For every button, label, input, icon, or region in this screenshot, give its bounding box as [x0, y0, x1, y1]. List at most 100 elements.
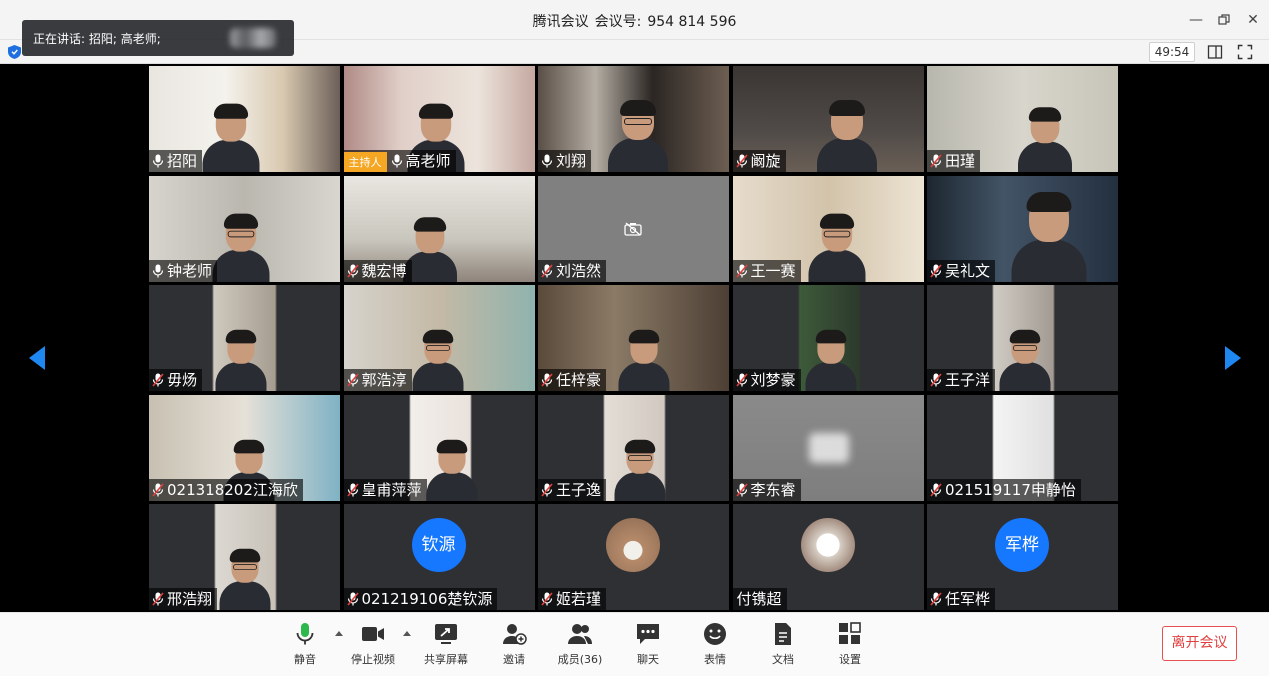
- participant-tile[interactable]: 刘梦豪: [732, 285, 924, 391]
- muted-mic-icon: [930, 154, 942, 168]
- participant-tile[interactable]: 阚旋: [732, 66, 924, 172]
- participant-figure: [215, 329, 267, 391]
- participant-tile[interactable]: 军桦 任军桦: [927, 504, 1118, 610]
- avatar: 军桦: [995, 518, 1049, 572]
- members-button[interactable]: 成员(36): [547, 621, 613, 673]
- participant-name: 021519117申静怡: [945, 480, 1076, 499]
- participant-tile[interactable]: 魏宏博: [343, 175, 535, 282]
- muted-mic-icon: [735, 263, 748, 278]
- restore-icon[interactable]: [1214, 10, 1234, 30]
- participant-name: 邢浩翔: [167, 590, 213, 608]
- share-screen-button[interactable]: 共享屏幕: [413, 621, 479, 673]
- mute-button[interactable]: 静音: [272, 621, 338, 673]
- participant-name: 王子逸: [556, 480, 602, 499]
- video-grid: 招阳 主持人 高老师 刘翔 阚旋 田瑾钟老师 魏宏博 刘浩然 王一赛 吴礼文毋炀 郭浩淳 任梓豪 刘梦豪…: [149, 66, 1119, 611]
- participant-figure: [999, 329, 1051, 391]
- cartoon-avatar: [800, 518, 855, 572]
- fullscreen-icon[interactable]: [1237, 44, 1253, 60]
- shield-icon[interactable]: [8, 45, 21, 59]
- participant-tile[interactable]: 招阳: [149, 66, 340, 172]
- participant-tile[interactable]: 郭浩淳: [343, 285, 535, 391]
- settings-button[interactable]: 设置: [817, 621, 883, 673]
- mic-icon: [391, 154, 402, 168]
- avatar: 钦源: [411, 518, 466, 572]
- meeting-id: 954 814 596: [647, 14, 737, 30]
- muted-mic-icon: [152, 373, 164, 387]
- participant-figure: [1011, 191, 1087, 282]
- muted-mic-icon: [346, 263, 359, 278]
- participant-figure: [412, 329, 463, 391]
- minimize-icon[interactable]: —: [1186, 10, 1206, 30]
- participant-tile[interactable]: 021519117申静怡: [927, 394, 1118, 501]
- muted-mic-icon: [541, 263, 553, 278]
- muted-mic-icon: [346, 373, 359, 387]
- invite-button[interactable]: 邀请: [481, 621, 547, 673]
- participant-tile[interactable]: 毋炀: [149, 285, 340, 391]
- members-label: 成员(36): [557, 653, 603, 666]
- muted-mic-icon: [346, 482, 359, 497]
- participant-name-label: 毋炀: [149, 369, 203, 391]
- participant-name: 王子洋: [945, 371, 991, 389]
- participant-name-label: 阚旋: [732, 150, 786, 172]
- participant-name: 毋炀: [167, 371, 198, 389]
- participant-name-label: 李东睿: [732, 478, 801, 501]
- participant-name-label: 主持人 高老师: [343, 150, 456, 172]
- participant-tile[interactable]: 任梓豪: [538, 285, 729, 391]
- stop-video-button[interactable]: 停止视频: [340, 621, 406, 673]
- participant-figure: [426, 439, 477, 501]
- members-icon: [568, 624, 592, 644]
- invite-label: 邀请: [503, 653, 525, 666]
- muted-mic-icon: [735, 482, 748, 497]
- participant-tile[interactable]: 王子洋: [927, 285, 1118, 391]
- bottom-toolbar: 静音 停止视频 共享屏幕 邀请 成员(36) 聊天 表情 文档 设置 离开会议: [0, 612, 1269, 676]
- participant-tile[interactable]: 021318202江海欣: [149, 394, 340, 501]
- muted-mic-icon: [735, 373, 748, 387]
- participant-tile[interactable]: 钦源 021219106楚钦源: [343, 504, 535, 610]
- muted-mic-icon: [930, 373, 942, 387]
- layout-icon[interactable]: [1207, 44, 1223, 60]
- participant-figure: [212, 213, 270, 282]
- reactions-button[interactable]: 表情: [682, 621, 748, 673]
- participant-tile[interactable]: 付镌超: [732, 504, 924, 610]
- participant-tile[interactable]: 刘浩然: [538, 175, 729, 282]
- docs-button[interactable]: 文档: [750, 621, 816, 673]
- reactions-label: 表情: [704, 653, 726, 666]
- prev-page-icon[interactable]: [29, 346, 45, 370]
- next-page-icon[interactable]: [1225, 346, 1241, 370]
- participant-name-label: 姬若瑾: [538, 588, 607, 610]
- participant-name: 招阳: [167, 152, 198, 170]
- participant-tile[interactable]: 吴礼文: [927, 175, 1118, 282]
- leave-meeting-button[interactable]: 离开会议: [1162, 626, 1237, 661]
- meeting-id-label: 会议号:: [594, 14, 642, 30]
- participant-tile[interactable]: 田瑾: [927, 66, 1118, 172]
- muted-mic-icon: [541, 482, 553, 497]
- participant-tile[interactable]: 主持人 高老师: [343, 66, 535, 172]
- video-options-caret-icon[interactable]: [403, 631, 411, 636]
- participant-tile[interactable]: 刘翔: [538, 66, 729, 172]
- meeting-timer: 49:54: [1149, 42, 1195, 62]
- participant-tile[interactable]: 王一赛: [732, 175, 924, 282]
- participant-tile[interactable]: 王子逸: [538, 394, 729, 501]
- chat-button[interactable]: 聊天: [615, 621, 681, 673]
- participant-tile[interactable]: 姬若瑾: [538, 504, 729, 610]
- participant-name-label: 郭浩淳: [343, 369, 412, 391]
- close-icon[interactable]: ✕: [1243, 10, 1263, 30]
- chat-label: 聊天: [637, 653, 659, 666]
- participant-name: 021219106楚钦源: [361, 590, 493, 608]
- participant-name: 021318202江海欣: [167, 480, 298, 499]
- participant-tile[interactable]: 皇甫萍萍: [343, 394, 535, 501]
- muted-mic-icon: [735, 154, 748, 168]
- share-screen-icon: [435, 624, 457, 644]
- muted-mic-icon: [346, 592, 359, 606]
- participant-name: 阚旋: [750, 152, 781, 170]
- participant-name: 郭浩淳: [361, 371, 407, 389]
- blurred-camera-icon: [808, 432, 849, 463]
- participant-tile[interactable]: 邢浩翔: [149, 504, 340, 610]
- speaking-text: 正在讲话: 招阳; 高老师;: [33, 32, 161, 46]
- add-user-icon: [503, 624, 527, 645]
- mic-icon: [152, 154, 164, 168]
- participant-tile[interactable]: 钟老师: [149, 175, 340, 282]
- muted-mic-icon: [541, 373, 553, 387]
- participant-tile[interactable]: 李东睿: [732, 394, 924, 501]
- muted-mic-icon: [930, 482, 942, 497]
